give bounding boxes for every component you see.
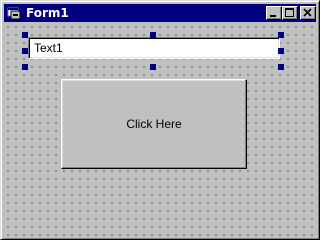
close-button[interactable] [300, 6, 316, 20]
resize-handle-top-left[interactable] [22, 32, 28, 38]
form-window: Form1 Text1 Click Here [0, 0, 320, 240]
text1-textbox[interactable]: Text1 [28, 37, 280, 59]
minimize-button[interactable] [266, 6, 282, 20]
window-title: Form1 [26, 6, 69, 20]
resize-handle-top-right[interactable] [278, 32, 284, 38]
form-icon [7, 7, 21, 20]
close-icon [303, 8, 312, 17]
resize-handle-right[interactable] [278, 48, 284, 54]
resize-handle-left[interactable] [22, 48, 28, 54]
resize-handle-bottom-right[interactable] [278, 64, 284, 70]
resize-handle-top[interactable] [150, 32, 156, 38]
maximize-button[interactable] [282, 6, 298, 20]
title-bar[interactable]: Form1 [4, 4, 316, 22]
maximize-icon [285, 8, 294, 17]
resize-handle-bottom[interactable] [150, 64, 156, 70]
minimize-icon [270, 15, 276, 17]
form-design-grid[interactable]: Text1 Click Here [4, 23, 316, 237]
resize-handle-bottom-left[interactable] [22, 64, 28, 70]
click-here-button[interactable]: Click Here [61, 79, 247, 169]
